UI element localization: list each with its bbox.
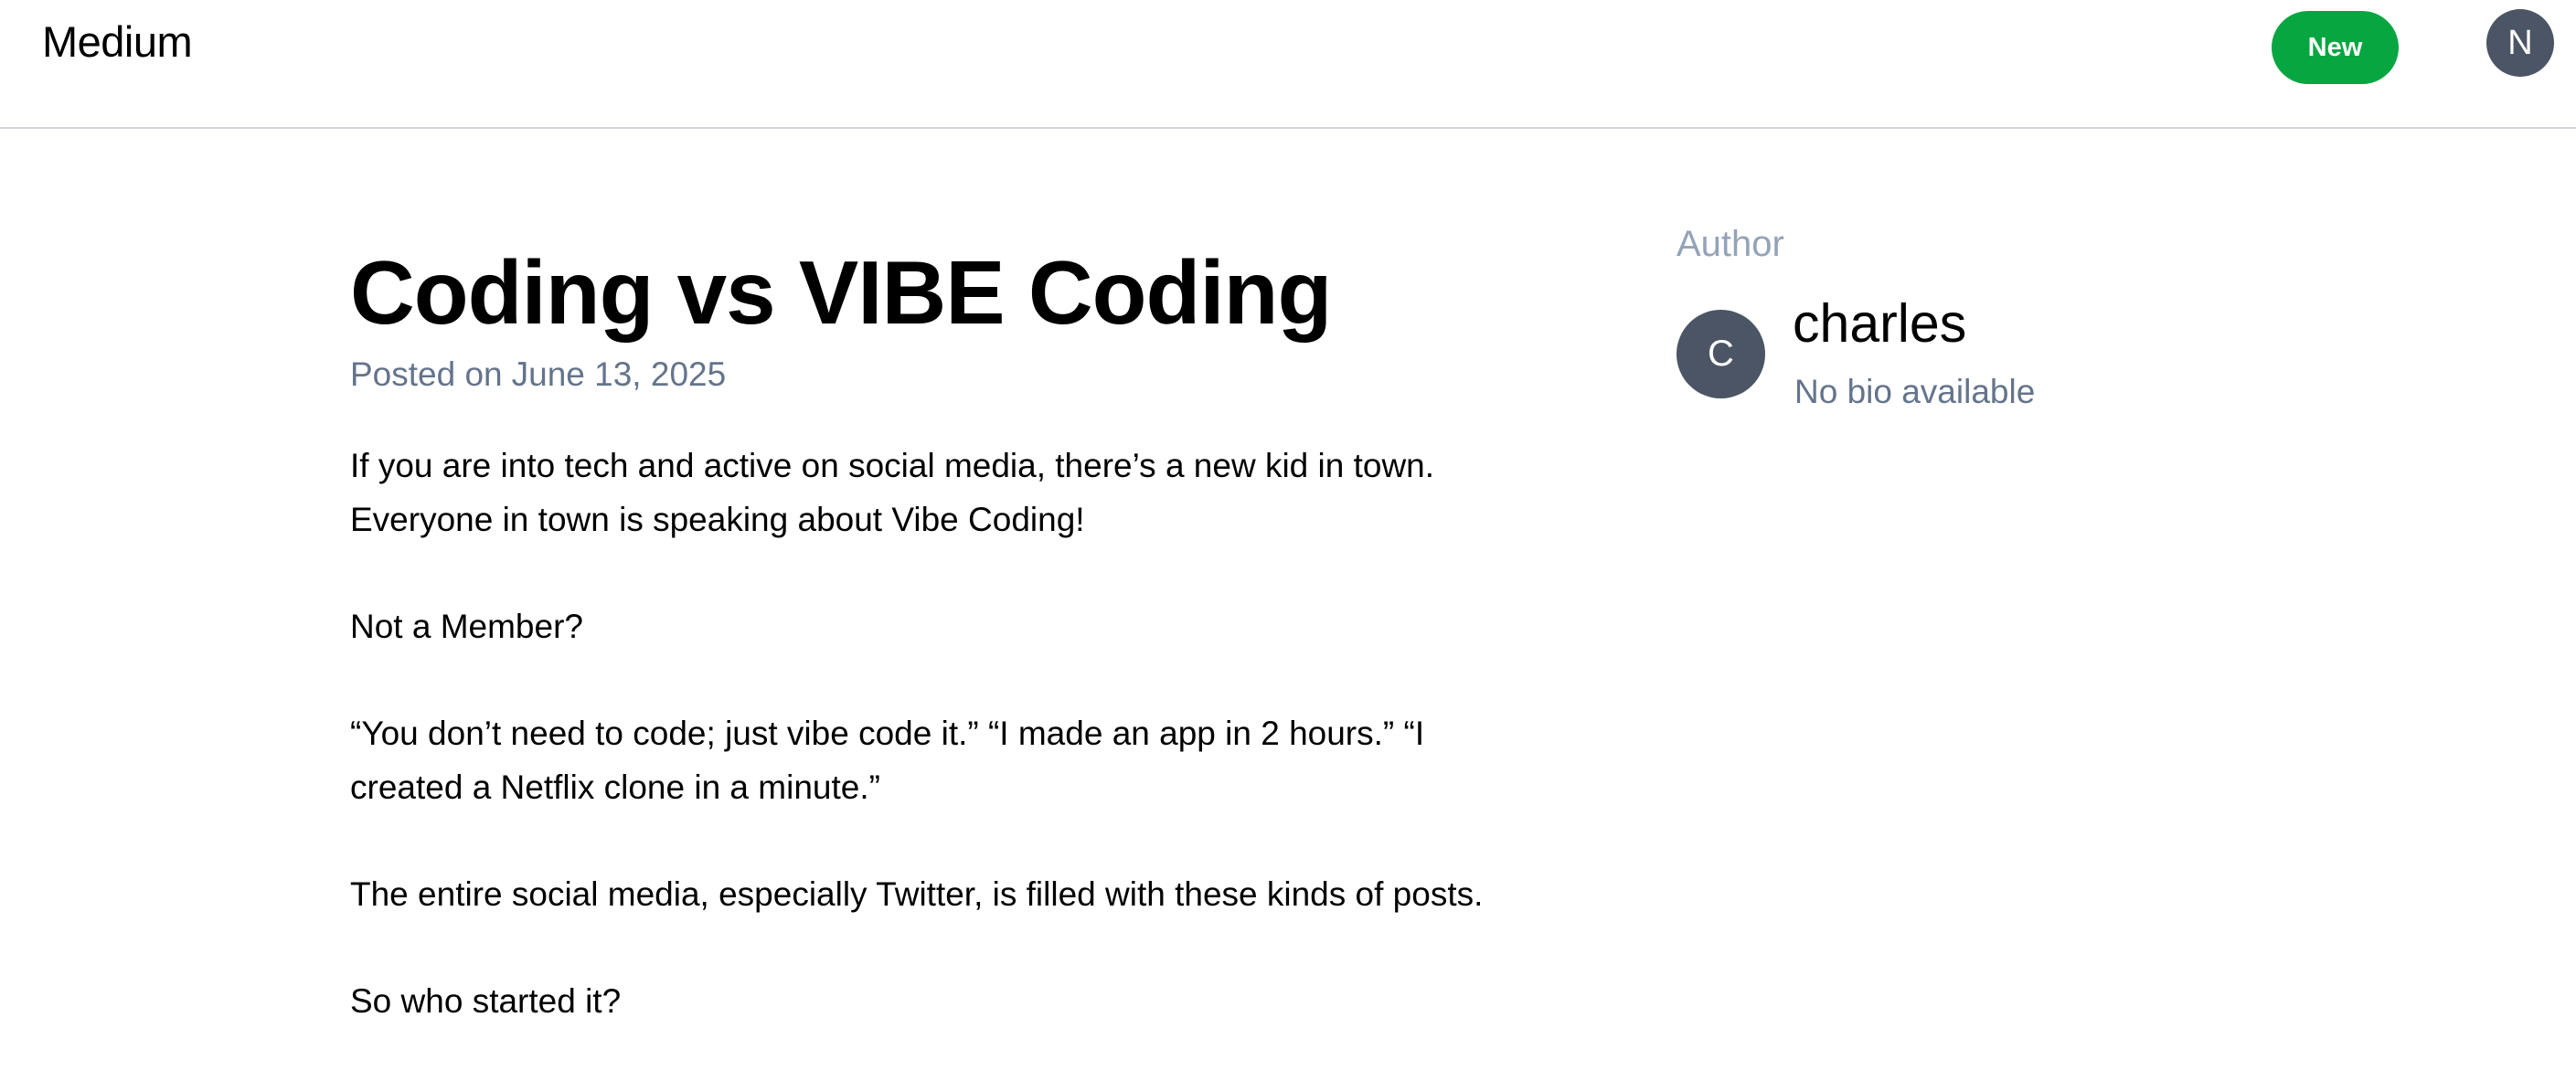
article-body: If you are into tech and active on socia… — [350, 439, 1538, 1028]
posted-label: Posted on — [350, 355, 503, 393]
user-avatar[interactable]: N — [2486, 9, 2554, 77]
article-paragraph: So who started it? — [350, 982, 622, 1020]
author-heading: Author — [1677, 224, 1784, 264]
article-paragraph: The entire social media, especially Twit… — [350, 875, 1484, 913]
article: Coding vs VIBE Coding Posted on June 13, … — [350, 233, 1538, 1081]
posted-date: June 13, 2025 — [511, 355, 727, 393]
posted-date-line: Posted on June 13, 2025 — [350, 352, 1538, 397]
author-avatar: C — [1677, 310, 1765, 398]
brand-logo[interactable]: Medium — [42, 13, 193, 71]
article-title: Coding vs VIBE Coding — [350, 242, 1332, 343]
author-bio: No bio available — [1794, 373, 2036, 410]
top-navbar: Medium New N — [0, 0, 2576, 129]
author-card: C charles No bio available — [1677, 293, 2316, 424]
author-panel: Author C charles No bio available — [1677, 219, 2316, 424]
new-post-button[interactable]: New — [2272, 11, 2399, 84]
article-paragraph: If you are into tech and active on socia… — [350, 447, 1435, 538]
article-paragraph: “You don’t need to code; just vibe code … — [350, 715, 1425, 806]
author-name: charles — [1793, 293, 1967, 354]
article-paragraph: Not a Member? — [350, 608, 583, 645]
